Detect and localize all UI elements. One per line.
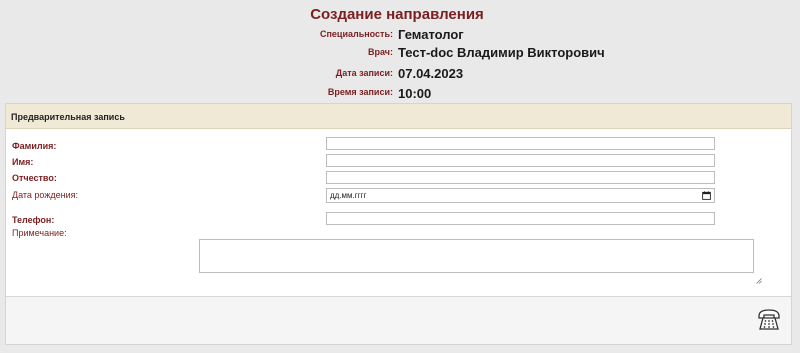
middle-name-label: Отчество:: [12, 173, 57, 183]
phone-icon[interactable]: [756, 307, 782, 331]
specialty-row: Специальность: Гематолог: [0, 27, 800, 47]
doctor-value: Тест-doc Владимир Викторович: [398, 45, 605, 60]
resize-handle-icon[interactable]: [756, 278, 762, 284]
preliminary-booking-panel: Предварительная запись Фамилия: Имя: Отч…: [5, 103, 792, 345]
birth-date-input[interactable]: дд.мм.гггг: [326, 188, 715, 203]
last-name-label: Фамилия:: [12, 141, 57, 151]
birth-date-label: Дата рождения:: [12, 190, 78, 200]
middle-name-input[interactable]: [326, 171, 715, 184]
last-name-input[interactable]: [326, 137, 715, 150]
time-row: Время записи: 10:00: [0, 85, 800, 105]
panel-header: Предварительная запись: [6, 104, 791, 129]
first-name-input[interactable]: [326, 154, 715, 167]
note-textarea[interactable]: [199, 239, 754, 273]
note-label: Примечание:: [12, 228, 67, 238]
phone-input[interactable]: [326, 212, 715, 225]
doctor-row: Врач: Тест-doc Владимир Викторович: [0, 45, 800, 65]
phone-label: Телефон:: [12, 215, 55, 225]
first-name-label: Имя:: [12, 157, 34, 167]
calendar-icon[interactable]: [702, 191, 711, 200]
doctor-label: Врач:: [367, 47, 393, 57]
specialty-label: Специальность:: [319, 29, 393, 39]
birth-date-placeholder: дд.мм.гггг: [330, 191, 367, 200]
appointment-time-value: 10:00: [398, 86, 432, 101]
page-title: Создание направления: [310, 6, 484, 23]
panel-title: Предварительная запись: [11, 112, 125, 122]
appointment-date-label: Дата записи:: [335, 68, 393, 78]
panel-footer: [6, 296, 791, 344]
specialty-value: Гематолог: [398, 27, 464, 42]
date-row: Дата записи: 07.04.2023: [0, 66, 800, 86]
appointment-time-label: Время записи:: [327, 87, 393, 97]
appointment-date-value: 07.04.2023: [398, 66, 464, 81]
